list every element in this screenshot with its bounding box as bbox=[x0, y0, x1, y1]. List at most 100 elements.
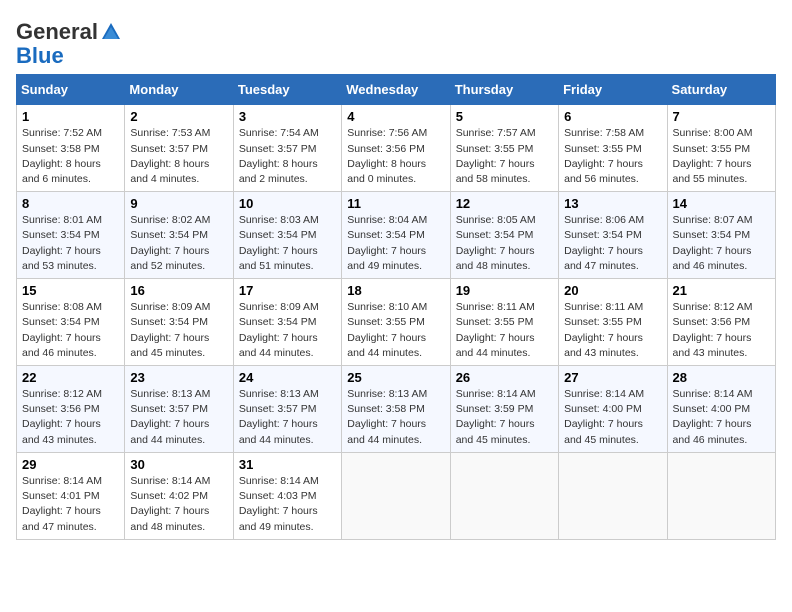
day-number: 30 bbox=[130, 457, 227, 472]
calendar-cell: 28 Sunrise: 8:14 AMSunset: 4:00 PMDaylig… bbox=[667, 366, 775, 453]
day-info: Sunrise: 8:12 AMSunset: 3:56 PMDaylight:… bbox=[673, 301, 753, 359]
day-number: 13 bbox=[564, 196, 661, 211]
day-number: 27 bbox=[564, 370, 661, 385]
calendar-cell bbox=[667, 452, 775, 539]
day-number: 31 bbox=[239, 457, 336, 472]
calendar-table: SundayMondayTuesdayWednesdayThursdayFrid… bbox=[16, 74, 776, 539]
day-info: Sunrise: 7:54 AMSunset: 3:57 PMDaylight:… bbox=[239, 127, 319, 185]
day-number: 24 bbox=[239, 370, 336, 385]
day-number: 6 bbox=[564, 109, 661, 124]
weekday-header-friday: Friday bbox=[559, 75, 667, 105]
day-info: Sunrise: 8:14 AMSunset: 4:00 PMDaylight:… bbox=[564, 388, 644, 446]
weekday-header-sunday: Sunday bbox=[17, 75, 125, 105]
day-number: 25 bbox=[347, 370, 444, 385]
calendar-cell bbox=[450, 452, 558, 539]
day-info: Sunrise: 8:08 AMSunset: 3:54 PMDaylight:… bbox=[22, 301, 102, 359]
day-info: Sunrise: 8:01 AMSunset: 3:54 PMDaylight:… bbox=[22, 214, 102, 272]
calendar-cell: 12 Sunrise: 8:05 AMSunset: 3:54 PMDaylig… bbox=[450, 192, 558, 279]
calendar-cell: 4 Sunrise: 7:56 AMSunset: 3:56 PMDayligh… bbox=[342, 105, 450, 192]
calendar-cell: 29 Sunrise: 8:14 AMSunset: 4:01 PMDaylig… bbox=[17, 452, 125, 539]
calendar-cell: 11 Sunrise: 8:04 AMSunset: 3:54 PMDaylig… bbox=[342, 192, 450, 279]
calendar-cell: 26 Sunrise: 8:14 AMSunset: 3:59 PMDaylig… bbox=[450, 366, 558, 453]
calendar-cell: 17 Sunrise: 8:09 AMSunset: 3:54 PMDaylig… bbox=[233, 279, 341, 366]
day-info: Sunrise: 8:11 AMSunset: 3:55 PMDaylight:… bbox=[564, 301, 643, 359]
day-info: Sunrise: 8:04 AMSunset: 3:54 PMDaylight:… bbox=[347, 214, 427, 272]
calendar-cell: 5 Sunrise: 7:57 AMSunset: 3:55 PMDayligh… bbox=[450, 105, 558, 192]
logo: General Blue bbox=[16, 20, 122, 68]
weekday-header-saturday: Saturday bbox=[667, 75, 775, 105]
day-number: 8 bbox=[22, 196, 119, 211]
day-info: Sunrise: 8:12 AMSunset: 3:56 PMDaylight:… bbox=[22, 388, 102, 446]
day-info: Sunrise: 8:14 AMSunset: 4:02 PMDaylight:… bbox=[130, 475, 210, 533]
calendar-week-row: 22 Sunrise: 8:12 AMSunset: 3:56 PMDaylig… bbox=[17, 366, 776, 453]
day-number: 22 bbox=[22, 370, 119, 385]
calendar-cell: 20 Sunrise: 8:11 AMSunset: 3:55 PMDaylig… bbox=[559, 279, 667, 366]
day-info: Sunrise: 8:05 AMSunset: 3:54 PMDaylight:… bbox=[456, 214, 536, 272]
day-number: 7 bbox=[673, 109, 770, 124]
day-info: Sunrise: 8:14 AMSunset: 3:59 PMDaylight:… bbox=[456, 388, 536, 446]
day-number: 2 bbox=[130, 109, 227, 124]
calendar-cell: 9 Sunrise: 8:02 AMSunset: 3:54 PMDayligh… bbox=[125, 192, 233, 279]
calendar-cell: 16 Sunrise: 8:09 AMSunset: 3:54 PMDaylig… bbox=[125, 279, 233, 366]
day-number: 5 bbox=[456, 109, 553, 124]
day-number: 15 bbox=[22, 283, 119, 298]
calendar-cell bbox=[342, 452, 450, 539]
calendar-cell: 13 Sunrise: 8:06 AMSunset: 3:54 PMDaylig… bbox=[559, 192, 667, 279]
day-info: Sunrise: 8:13 AMSunset: 3:58 PMDaylight:… bbox=[347, 388, 427, 446]
day-number: 3 bbox=[239, 109, 336, 124]
day-info: Sunrise: 8:09 AMSunset: 3:54 PMDaylight:… bbox=[130, 301, 210, 359]
day-info: Sunrise: 8:14 AMSunset: 4:00 PMDaylight:… bbox=[673, 388, 753, 446]
calendar-cell bbox=[559, 452, 667, 539]
day-number: 20 bbox=[564, 283, 661, 298]
day-number: 14 bbox=[673, 196, 770, 211]
calendar-cell: 30 Sunrise: 8:14 AMSunset: 4:02 PMDaylig… bbox=[125, 452, 233, 539]
calendar-cell: 15 Sunrise: 8:08 AMSunset: 3:54 PMDaylig… bbox=[17, 279, 125, 366]
day-info: Sunrise: 8:06 AMSunset: 3:54 PMDaylight:… bbox=[564, 214, 644, 272]
calendar-cell: 25 Sunrise: 8:13 AMSunset: 3:58 PMDaylig… bbox=[342, 366, 450, 453]
day-info: Sunrise: 8:00 AMSunset: 3:55 PMDaylight:… bbox=[673, 127, 753, 185]
day-number: 19 bbox=[456, 283, 553, 298]
logo-icon bbox=[100, 21, 122, 43]
day-number: 10 bbox=[239, 196, 336, 211]
day-info: Sunrise: 8:09 AMSunset: 3:54 PMDaylight:… bbox=[239, 301, 319, 359]
day-number: 28 bbox=[673, 370, 770, 385]
calendar-cell: 1 Sunrise: 7:52 AMSunset: 3:58 PMDayligh… bbox=[17, 105, 125, 192]
day-info: Sunrise: 7:52 AMSunset: 3:58 PMDaylight:… bbox=[22, 127, 102, 185]
day-info: Sunrise: 8:02 AMSunset: 3:54 PMDaylight:… bbox=[130, 214, 210, 272]
page-header: General Blue bbox=[16, 16, 776, 68]
calendar-cell: 7 Sunrise: 8:00 AMSunset: 3:55 PMDayligh… bbox=[667, 105, 775, 192]
logo-general-text: General bbox=[16, 20, 98, 44]
day-info: Sunrise: 8:13 AMSunset: 3:57 PMDaylight:… bbox=[130, 388, 210, 446]
weekday-header-tuesday: Tuesday bbox=[233, 75, 341, 105]
weekday-header-wednesday: Wednesday bbox=[342, 75, 450, 105]
calendar-cell: 24 Sunrise: 8:13 AMSunset: 3:57 PMDaylig… bbox=[233, 366, 341, 453]
day-number: 16 bbox=[130, 283, 227, 298]
day-info: Sunrise: 8:13 AMSunset: 3:57 PMDaylight:… bbox=[239, 388, 319, 446]
day-number: 18 bbox=[347, 283, 444, 298]
day-number: 1 bbox=[22, 109, 119, 124]
day-number: 17 bbox=[239, 283, 336, 298]
day-number: 9 bbox=[130, 196, 227, 211]
weekday-header-monday: Monday bbox=[125, 75, 233, 105]
calendar-cell: 23 Sunrise: 8:13 AMSunset: 3:57 PMDaylig… bbox=[125, 366, 233, 453]
day-info: Sunrise: 8:11 AMSunset: 3:55 PMDaylight:… bbox=[456, 301, 535, 359]
calendar-cell: 31 Sunrise: 8:14 AMSunset: 4:03 PMDaylig… bbox=[233, 452, 341, 539]
calendar-cell: 8 Sunrise: 8:01 AMSunset: 3:54 PMDayligh… bbox=[17, 192, 125, 279]
day-number: 23 bbox=[130, 370, 227, 385]
calendar-week-row: 15 Sunrise: 8:08 AMSunset: 3:54 PMDaylig… bbox=[17, 279, 776, 366]
day-number: 21 bbox=[673, 283, 770, 298]
day-info: Sunrise: 8:03 AMSunset: 3:54 PMDaylight:… bbox=[239, 214, 319, 272]
calendar-week-row: 29 Sunrise: 8:14 AMSunset: 4:01 PMDaylig… bbox=[17, 452, 776, 539]
calendar-week-row: 1 Sunrise: 7:52 AMSunset: 3:58 PMDayligh… bbox=[17, 105, 776, 192]
day-info: Sunrise: 7:56 AMSunset: 3:56 PMDaylight:… bbox=[347, 127, 427, 185]
calendar-cell: 18 Sunrise: 8:10 AMSunset: 3:55 PMDaylig… bbox=[342, 279, 450, 366]
calendar-cell: 27 Sunrise: 8:14 AMSunset: 4:00 PMDaylig… bbox=[559, 366, 667, 453]
calendar-cell: 10 Sunrise: 8:03 AMSunset: 3:54 PMDaylig… bbox=[233, 192, 341, 279]
logo-blue-text: Blue bbox=[16, 44, 64, 68]
day-number: 26 bbox=[456, 370, 553, 385]
day-number: 12 bbox=[456, 196, 553, 211]
day-info: Sunrise: 8:14 AMSunset: 4:03 PMDaylight:… bbox=[239, 475, 319, 533]
calendar-week-row: 8 Sunrise: 8:01 AMSunset: 3:54 PMDayligh… bbox=[17, 192, 776, 279]
day-info: Sunrise: 8:14 AMSunset: 4:01 PMDaylight:… bbox=[22, 475, 102, 533]
weekday-header-thursday: Thursday bbox=[450, 75, 558, 105]
